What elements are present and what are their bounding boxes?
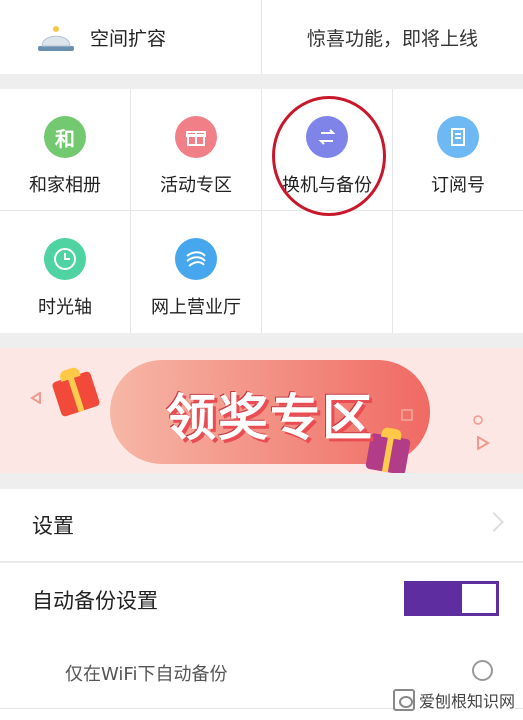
reward-banner[interactable]: 领奖专区 bbox=[0, 348, 523, 473]
china-mobile-glyph bbox=[186, 251, 206, 267]
grid-item-activity-zone[interactable]: 活动专区 bbox=[131, 89, 262, 211]
chevron-right-icon bbox=[484, 512, 504, 532]
banner-title: 领奖专区 bbox=[166, 388, 374, 447]
gift-icon bbox=[175, 116, 217, 158]
wifi-only-label: 仅在WiFi下自动备份 bbox=[65, 663, 228, 685]
grid-item-label: 网上营业厅 bbox=[151, 297, 241, 318]
clock-glyph bbox=[54, 248, 76, 270]
service-bell-icon bbox=[38, 26, 74, 51]
settings-label: 设置 bbox=[32, 514, 74, 538]
grid-item-label: 和家相册 bbox=[29, 175, 101, 196]
grid-empty-cell bbox=[262, 211, 393, 333]
circle-decoration-icon bbox=[473, 415, 483, 425]
triangle-decoration-icon bbox=[30, 392, 41, 404]
document-icon bbox=[437, 116, 479, 158]
top-row: 空间扩容 惊喜功能，即将上线 bbox=[0, 0, 523, 74]
wifi-only-radio[interactable] bbox=[472, 660, 493, 681]
coming-soon-notice: 惊喜功能，即将上线 bbox=[262, 0, 523, 74]
grid-item-phone-switch-backup[interactable]: 换机与备份 bbox=[262, 89, 393, 211]
grid-item-label: 活动专区 bbox=[160, 175, 232, 196]
storage-expansion-label: 空间扩容 bbox=[90, 27, 167, 50]
storage-expansion-button[interactable]: 空间扩容 bbox=[0, 0, 262, 74]
coming-soon-label: 惊喜功能，即将上线 bbox=[306, 27, 478, 50]
watermark: 爱刨根知识网 bbox=[392, 688, 515, 712]
grid-item-timeline[interactable]: 时光轴 bbox=[0, 211, 131, 333]
grid-item-label: 订阅号 bbox=[431, 175, 485, 196]
auto-backup-toggle[interactable] bbox=[404, 581, 499, 616]
clock-icon bbox=[44, 238, 86, 280]
china-mobile-icon bbox=[175, 238, 217, 280]
watermark-logo-icon bbox=[392, 689, 415, 711]
gift-glyph bbox=[186, 131, 206, 146]
watermark-text: 爱刨根知识网 bbox=[418, 692, 515, 711]
family-album-icon-glyph: 和 bbox=[55, 126, 75, 151]
auto-backup-label: 自动备份设置 bbox=[32, 589, 158, 613]
grid-item-family-album[interactable]: 和 和家相册 bbox=[0, 89, 131, 211]
function-grid: 和 和家相册 活动专区 换机与备份 订阅号 时光轴 网上营业厅 bbox=[0, 89, 523, 333]
grid-item-subscription[interactable]: 订阅号 bbox=[393, 89, 523, 211]
grid-empty-cell bbox=[393, 211, 523, 333]
grid-item-online-business-hall[interactable]: 网上营业厅 bbox=[131, 211, 262, 333]
settings-row[interactable]: 设置 bbox=[0, 489, 523, 562]
triangle-decoration-icon bbox=[477, 436, 490, 450]
grid-item-label: 换机与备份 bbox=[282, 175, 372, 196]
gift-band bbox=[67, 375, 85, 413]
gift-box-icon bbox=[51, 366, 101, 418]
family-album-icon: 和 bbox=[44, 116, 86, 158]
document-glyph bbox=[451, 128, 465, 146]
grid-item-label: 时光轴 bbox=[38, 297, 92, 318]
swap-icon bbox=[306, 116, 348, 158]
square-decoration-icon bbox=[401, 409, 413, 421]
toggle-knob bbox=[462, 584, 496, 613]
swap-glyph bbox=[318, 129, 336, 145]
